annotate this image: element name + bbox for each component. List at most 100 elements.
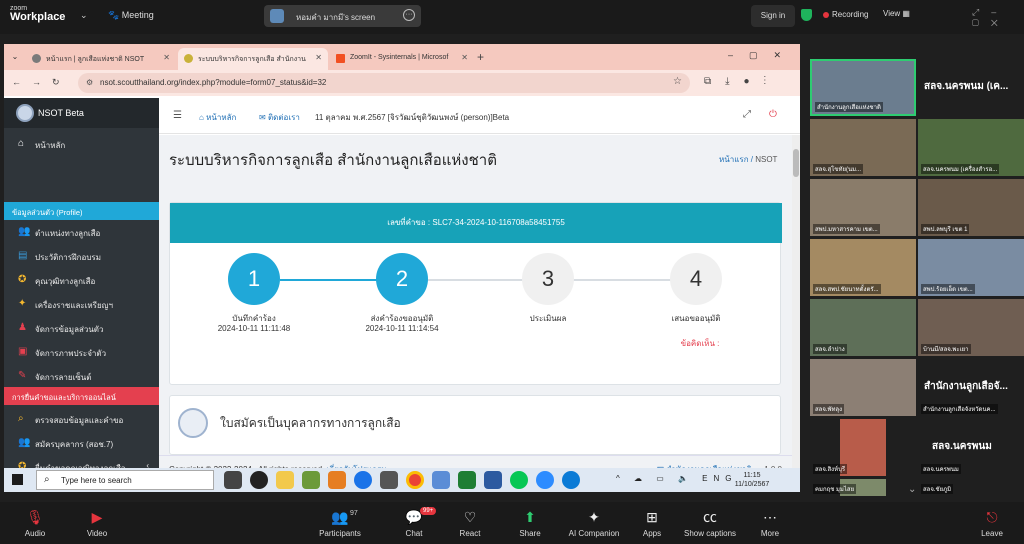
sign-in-button[interactable]: Sign in: [751, 5, 795, 27]
brand[interactable]: NSOT Beta: [4, 98, 159, 128]
video-button[interactable]: ▶ Video: [67, 509, 127, 538]
app-icon[interactable]: [432, 471, 450, 489]
participants-button[interactable]: 👥 97 Participants: [310, 509, 370, 538]
video-tile[interactable]: สำนักงานลูกเสือแห่งชาติ: [810, 59, 916, 116]
zoom-icon[interactable]: [536, 471, 554, 489]
video-tile[interactable]: สพป.ลพบุรี เขต 1: [918, 179, 1024, 236]
leave-button[interactable]: ⎋ Leave: [962, 509, 1022, 538]
windows-taskbar: ⌕ Type here to search ^ ☁ ▭ 🔈 ENG 11:15 11…: [4, 468, 800, 492]
app-icon[interactable]: [302, 471, 320, 489]
sidebar-item-personal-info[interactable]: ♟ จัดการข้อมูลส่วนตัว: [4, 318, 159, 338]
new-tab-button[interactable]: +: [477, 50, 484, 64]
extension-icons[interactable]: ⧉⤓●⋮: [704, 76, 780, 87]
video-tile[interactable]: สลจ.สุโขทัย(นม...: [810, 119, 916, 176]
chrome-icon[interactable]: [406, 471, 424, 489]
video-tile[interactable]: สพป.มหาสารคาม เขต...: [810, 179, 916, 236]
scout-emblem-icon: [178, 408, 208, 438]
nav-contact-link[interactable]: ✉ ติดต่อเรา: [259, 111, 300, 124]
word-icon[interactable]: [484, 471, 502, 489]
sidebar-item-signature[interactable]: ✎ จัดการลายเซ็นต์: [4, 366, 159, 386]
video-tile[interactable]: สพป.ร้อยเอ็ด เขต...: [918, 239, 1024, 296]
line-icon[interactable]: [510, 471, 528, 489]
more-icon[interactable]: ···: [403, 9, 415, 21]
video-tile[interactable]: สลจ.นครพนม (เครื่องสำรอ...: [918, 119, 1024, 176]
name-tile[interactable]: สลจ.นครพนม (เค...: [918, 59, 1024, 116]
chevron-down-icon[interactable]: ⌄: [908, 484, 916, 495]
nav-buttons[interactable]: ←→↻: [12, 77, 71, 88]
apps-button[interactable]: ⊞ Apps: [622, 509, 682, 538]
window-controls[interactable]: ⤢–▢✕: [972, 7, 1024, 29]
audio-button[interactable]: 🎙 Audio: [5, 509, 65, 538]
nav-home-link[interactable]: ⌂ หน้าหลัก: [199, 111, 236, 124]
react-button[interactable]: ♡ React: [440, 509, 500, 538]
app-icon[interactable]: [328, 471, 346, 489]
apps-icon: ⊞: [646, 509, 658, 525]
site-info-icon[interactable]: ⚙: [86, 78, 93, 87]
sidebar-item-photo[interactable]: ▣ จัดการภาพประจำตัว: [4, 342, 159, 362]
file-explorer-icon[interactable]: [276, 471, 294, 489]
name-tile[interactable]: สลจ.ชัยภูมิ: [918, 479, 1024, 496]
sidebar: NSOT Beta ⌂ หน้าหลัก ข้อมูลส่วนตัว (Profi…: [4, 98, 159, 492]
share-button[interactable]: ⬆ Share: [500, 509, 560, 538]
tab-nsot-status[interactable]: ระบบบริหารกิจการลูกเสือ สำนักงาน ✕: [178, 48, 328, 70]
tab-nsot-home[interactable]: หน้าแรก | ลูกเสือแห่งชาติ NSOT ✕: [26, 48, 176, 70]
close-icon[interactable]: ✕: [461, 53, 468, 62]
sidebar-item-home[interactable]: ⌂ หน้าหลัก: [4, 134, 159, 154]
screen-share-indicator[interactable]: หอมคำ มากมี's screen ···: [264, 5, 421, 27]
taskbar-search-input[interactable]: ⌕ Type here to search: [36, 470, 214, 490]
sidebar-item-medals[interactable]: ✦ เครื่องราชและเหรียญฯ: [4, 294, 159, 314]
name-tile[interactable]: สำนักงานลูกเสือจั... สำนักงานลูกเสือจังหว…: [918, 359, 1024, 416]
excel-icon[interactable]: [458, 471, 476, 489]
browser-window-controls[interactable]: –▢✕: [728, 50, 797, 61]
app-icon[interactable]: [380, 471, 398, 489]
ai-companion-button[interactable]: ✦ AI Companion: [564, 509, 624, 538]
chevron-down-icon[interactable]: ⌄: [80, 10, 88, 21]
edge-icon[interactable]: [562, 471, 580, 489]
meeting-label[interactable]: 🐾 Meeting: [108, 10, 154, 21]
form-title: ใบสมัครเป็นบุคลากรทางการลูกเสือ: [220, 416, 401, 430]
step-4-circle: 4: [670, 253, 722, 305]
sidebar-item-training[interactable]: ▤ ประวัติการฝึกอบรม: [4, 246, 159, 266]
breadcrumb-home[interactable]: หน้าแรก: [719, 155, 749, 164]
fullscreen-icon[interactable]: ⤢: [743, 109, 751, 120]
clock[interactable]: 11:15 11/10/2567: [732, 471, 772, 489]
name-tile[interactable]: สลจ.นครพนม สลจ.นครพนม: [918, 419, 1024, 476]
tab-list-button[interactable]: ⌄: [8, 48, 22, 70]
video-tile[interactable]: สลจ.สิงห์บุรี: [810, 419, 916, 476]
github-icon[interactable]: [250, 471, 268, 489]
medal-icon: ✦: [18, 298, 27, 309]
windows-start-icon[interactable]: [12, 474, 23, 485]
sidebar-item-apply-staff[interactable]: 👥 สมัครบุคลากร (สอช.7): [4, 433, 159, 453]
video-tile[interactable]: สลจ.ลำปาง: [810, 299, 916, 356]
scrollbar-thumb[interactable]: [793, 149, 799, 177]
task-view-icon[interactable]: [224, 471, 242, 489]
video-tile[interactable]: สลจ.พัทลุง: [810, 359, 916, 416]
edge-icon[interactable]: [354, 471, 372, 489]
date-user-text: 11 ตุลาคม พ.ศ.2567 [จิรวัฒน์ชุติวัฒนพงษ์…: [315, 113, 510, 122]
scrollbar[interactable]: [792, 135, 800, 479]
heart-icon: ♡: [463, 509, 477, 525]
more-button[interactable]: ⋯ More: [740, 509, 800, 538]
view-button[interactable]: View ▦: [883, 9, 910, 18]
tab-zoomit[interactable]: ZoomIt - Sysinternals | Microsof ✕: [330, 48, 474, 70]
star-icon[interactable]: ☆: [673, 76, 682, 87]
menu-icon[interactable]: ☰: [173, 110, 182, 121]
sidebar-item-check-requests[interactable]: ⌕ ตรวจสอบข้อมูลและคำขอ: [4, 409, 159, 429]
video-tile[interactable]: บ้านมี/สลจ.พะเยา: [918, 299, 1024, 356]
recording-label[interactable]: Recording: [832, 10, 868, 19]
sidebar-item-positions[interactable]: 👥 ตำแหน่งทางลูกเสือ: [4, 222, 159, 242]
breadcrumb-current: NSOT: [755, 155, 778, 164]
captions-button[interactable]: ㏄ Show captions: [680, 509, 740, 538]
close-icon[interactable]: ✕: [315, 53, 322, 62]
system-tray[interactable]: ^ ☁ ▭ 🔈 ENG: [616, 474, 738, 483]
shield-icon[interactable]: [801, 9, 812, 21]
sparkle-icon: ✦: [588, 509, 600, 525]
chat-button[interactable]: 💬 99+ Chat: [384, 507, 444, 538]
video-tile[interactable]: คมกฤช มุมไสย: [810, 479, 916, 496]
close-icon[interactable]: ✕: [163, 53, 170, 62]
mic-muted-icon: 🎙: [26, 509, 44, 525]
url-input[interactable]: ⚙ nsot.scoutthailand.org/index.php?modul…: [78, 73, 690, 93]
video-tile[interactable]: สลจ.สพป.ชัยนาทตั้งตรั...: [810, 239, 916, 296]
logout-icon[interactable]: ⏻: [769, 109, 777, 120]
sidebar-item-qualifications[interactable]: ✪ คุณวุฒิทางลูกเสือ: [4, 270, 159, 290]
